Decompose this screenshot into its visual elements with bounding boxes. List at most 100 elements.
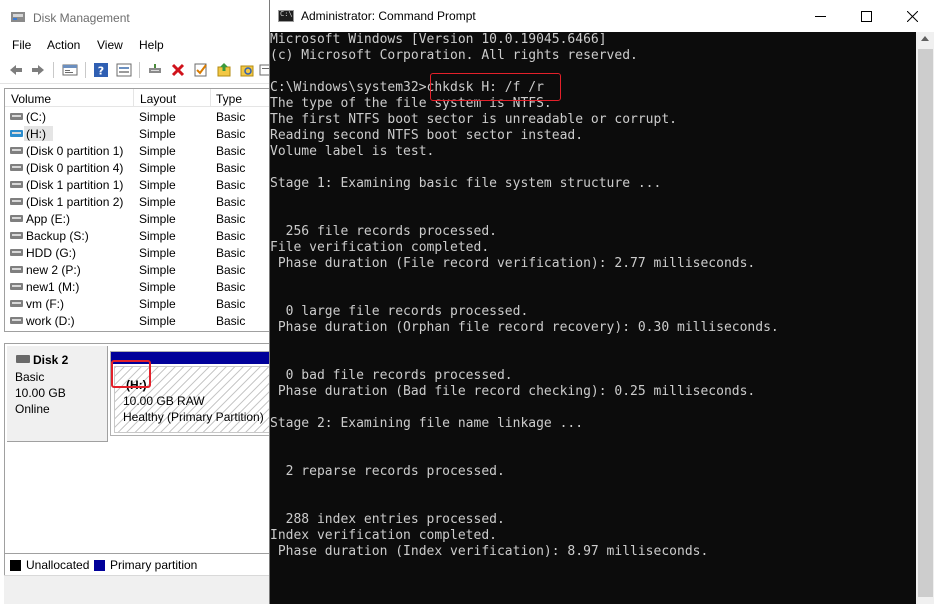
volume-row[interactable]: (H:) Simple Basic <box>5 125 273 142</box>
legend: Unallocated Primary partition <box>4 553 272 575</box>
volume-row[interactable]: new 2 (P:) Simple Basic <box>5 261 273 278</box>
volume-row[interactable]: App (E:) Simple Basic <box>5 210 273 227</box>
command-prompt-window: Administrator: Command Prompt Microsoft … <box>269 0 934 604</box>
toolbar-separator <box>53 62 54 78</box>
volume-type: Basic <box>216 263 246 277</box>
minimize-icon <box>814 15 826 17</box>
console-line: Stage 2: Examining file name linkage ... <box>270 416 584 431</box>
console-line: Volume label is test. <box>270 144 435 159</box>
volume-type: Basic <box>216 229 246 243</box>
console-lines: Microsoft Windows [Version 10.0.19045.64… <box>270 32 779 560</box>
console-line: Index verification completed. <box>270 528 497 543</box>
volume-row[interactable]: new1 (M:) Simple Basic <box>5 278 273 295</box>
toolbar-separator <box>139 62 140 78</box>
column-header-type[interactable]: Type <box>216 92 242 106</box>
console-output[interactable]: Microsoft Windows [Version 10.0.19045.64… <box>270 32 916 604</box>
volume-layout: Simple <box>139 161 176 175</box>
volume-name: (Disk 1 partition 2) <box>26 195 124 209</box>
volume-layout: Simple <box>139 178 176 192</box>
volume-name: new1 (M:) <box>26 280 80 294</box>
menu-file[interactable]: File <box>12 38 31 52</box>
scroll-up-arrow-icon[interactable] <box>921 36 929 41</box>
volume-layout: Simple <box>139 314 176 328</box>
volume-layout: Simple <box>139 229 176 243</box>
command-prompt-titlebar[interactable]: Administrator: Command Prompt <box>270 0 934 32</box>
volume-layout: Simple <box>139 280 176 294</box>
volume-drive-icon <box>10 317 23 324</box>
menu-view[interactable]: View <box>97 38 123 52</box>
volume-type: Basic <box>216 212 246 226</box>
volume-name: App (E:) <box>26 212 71 226</box>
volume-row[interactable]: vm (F:) Simple Basic <box>5 295 273 312</box>
console-line: File verification completed. <box>270 240 490 255</box>
console-line: Phase duration (Index verification): 8.9… <box>270 544 709 559</box>
console-line: 256 file records processed. <box>270 224 497 239</box>
back-icon[interactable] <box>7 61 25 79</box>
volume-list-header: Volume Layout Type <box>5 89 273 107</box>
delete-icon[interactable] <box>169 61 187 79</box>
console-line: 0 bad file records processed. <box>270 368 513 383</box>
disk-management-titlebar[interactable]: Disk Management <box>0 0 272 34</box>
volume-drive-icon <box>10 147 23 154</box>
volume-row[interactable]: (Disk 1 partition 2) Simple Basic <box>5 193 273 210</box>
volume-drive-icon <box>10 113 23 120</box>
volume-layout: Simple <box>139 263 176 277</box>
disk-label-panel[interactable]: Disk 2 Basic 10.00 GB Online <box>7 346 108 442</box>
volume-layout: Simple <box>139 144 176 158</box>
help-icon[interactable]: ? <box>92 61 110 79</box>
close-icon <box>906 10 918 22</box>
column-divider[interactable] <box>133 89 134 107</box>
close-button[interactable] <box>889 0 934 32</box>
check-icon[interactable] <box>192 61 210 79</box>
maximize-icon <box>860 10 872 22</box>
volume-type: Basic <box>216 161 246 175</box>
volume-type: Basic <box>216 297 246 311</box>
volume-drive-icon <box>10 181 23 188</box>
disk-icon <box>16 355 30 363</box>
explore-icon[interactable] <box>238 61 256 79</box>
disk-size: 10.00 GB <box>15 386 66 400</box>
volume-row[interactable]: Backup (S:) Simple Basic <box>5 227 273 244</box>
maximize-button[interactable] <box>843 0 889 32</box>
volume-row[interactable]: (Disk 0 partition 1) Simple Basic <box>5 142 273 159</box>
disk-kind: Basic <box>15 370 45 384</box>
volume-name: HDD (G:) <box>26 246 76 260</box>
toolbar: ? <box>0 56 273 84</box>
scroll-thumb[interactable] <box>918 49 933 597</box>
column-header-volume[interactable]: Volume <box>11 92 51 106</box>
view-icon[interactable] <box>115 61 133 79</box>
forward-icon[interactable] <box>29 61 47 79</box>
volume-row[interactable]: (Disk 1 partition 1) Simple Basic <box>5 176 273 193</box>
volume-name: (Disk 0 partition 1) <box>26 144 124 158</box>
volume-row[interactable]: HDD (G:) Simple Basic <box>5 244 273 261</box>
command-highlight-box <box>430 73 561 101</box>
volume-row[interactable]: (C:) Simple Basic <box>5 108 273 125</box>
volume-row[interactable]: work (D:) Simple Basic <box>5 312 273 329</box>
column-divider[interactable] <box>210 89 211 107</box>
volume-row[interactable]: (Disk 0 partition 4) Simple Basic <box>5 159 273 176</box>
volume-name: new 2 (P:) <box>26 263 81 277</box>
volume-drive-icon <box>10 283 23 290</box>
partition-size: 10.00 GB RAW <box>123 394 205 408</box>
volume-type: Basic <box>216 280 246 294</box>
toolbar-separator <box>85 62 86 78</box>
volume-name: Backup (S:) <box>26 229 89 243</box>
volume-type: Basic <box>216 144 246 158</box>
column-header-layout[interactable]: Layout <box>140 92 176 106</box>
properties-icon[interactable] <box>61 61 79 79</box>
menu-action[interactable]: Action <box>47 38 80 52</box>
open-icon[interactable] <box>215 61 233 79</box>
connect-icon[interactable] <box>146 61 164 79</box>
minimize-button[interactable] <box>797 0 843 32</box>
menu-help[interactable]: Help <box>139 38 164 52</box>
vertical-scrollbar[interactable] <box>916 32 934 604</box>
volume-type: Basic <box>216 314 246 328</box>
legend-swatch-unallocated <box>10 560 21 571</box>
